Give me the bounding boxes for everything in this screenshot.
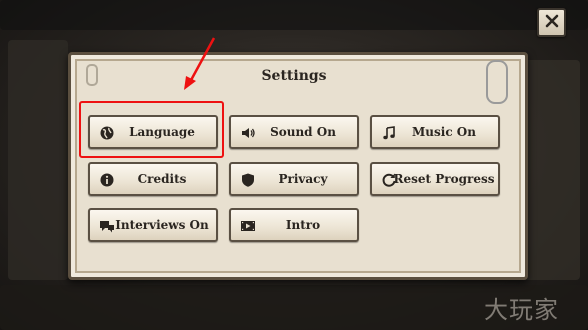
reset-progress-button[interactable]: Reset Progress xyxy=(370,162,500,196)
film-icon xyxy=(240,218,256,234)
background-shelf-right xyxy=(520,60,580,280)
close-icon xyxy=(545,13,559,32)
watermark: 大玩家 xyxy=(484,296,559,324)
close-button[interactable] xyxy=(537,8,566,37)
annotation-arrow xyxy=(184,37,216,90)
reset-icon xyxy=(381,172,397,188)
speaker-icon xyxy=(240,125,256,141)
interview-icon xyxy=(99,218,115,234)
sound-toggle-button[interactable]: Sound On xyxy=(229,115,359,149)
interviews-toggle-button[interactable]: Interviews On xyxy=(88,208,218,242)
music-note-icon xyxy=(381,125,397,141)
privacy-button[interactable]: Privacy xyxy=(229,162,359,196)
intro-button[interactable]: Intro xyxy=(229,208,359,242)
language-highlight-box xyxy=(79,101,224,158)
shield-icon xyxy=(240,172,256,188)
settings-title: Settings xyxy=(261,68,327,84)
credits-button[interactable]: Credits xyxy=(88,162,218,196)
background-top xyxy=(0,0,588,30)
music-toggle-button[interactable]: Music On xyxy=(370,115,500,149)
info-icon xyxy=(99,172,115,188)
